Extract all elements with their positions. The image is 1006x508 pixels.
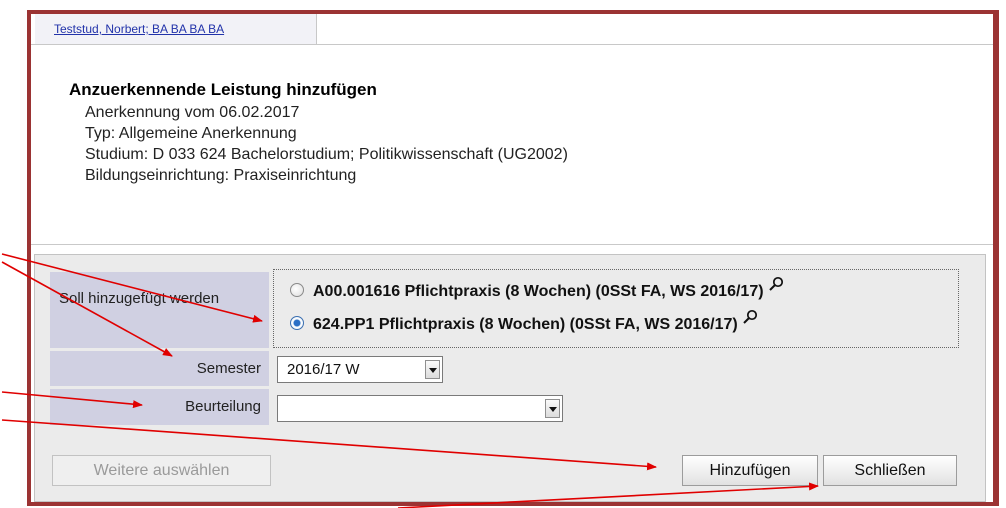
add-button[interactable]: Hinzufügen: [682, 455, 818, 486]
course-option-1[interactable]: A00.001616 Pflichtpraxis (8 Wochen) (0SS…: [290, 276, 784, 305]
close-button[interactable]: Schließen: [823, 455, 957, 486]
radio-unchecked-icon[interactable]: [290, 283, 304, 297]
recognition-type: Typ: Allgemeine Anerkennung: [85, 125, 297, 142]
radio-checked-icon[interactable]: [290, 316, 304, 330]
divider: [31, 244, 993, 245]
dropdown-arrow-icon[interactable]: [425, 360, 440, 379]
magnifier-icon[interactable]: [768, 275, 784, 301]
recognition-date: Anerkennung vom 06.02.2017: [85, 104, 300, 121]
tab-bar: Teststud, Norbert; BA BA BA BA: [31, 14, 993, 45]
beurteilung-label: Beurteilung: [50, 389, 269, 425]
course-choice-group: A00.001616 Pflichtpraxis (8 Wochen) (0SS…: [273, 269, 959, 348]
soll-label: Soll hinzugefügt werden: [50, 272, 269, 348]
semester-value: 2016/17 W: [287, 361, 360, 378]
semester-label: Semester: [50, 351, 269, 386]
dropdown-arrow-icon[interactable]: [545, 399, 560, 418]
page-title: Anzuerkennende Leistung hinzufügen: [69, 80, 377, 99]
student-tab[interactable]: Teststud, Norbert; BA BA BA BA: [35, 14, 317, 44]
course-option-2[interactable]: 624.PP1 Pflichtpraxis (8 Wochen) (0SSt F…: [290, 309, 758, 338]
study-program: Studium: D 033 624 Bachelorstudium; Poli…: [85, 146, 568, 163]
semester-select[interactable]: 2016/17 W: [277, 356, 443, 383]
course-option-label: 624.PP1 Pflichtpraxis (8 Wochen) (0SSt F…: [313, 316, 738, 334]
course-option-label: A00.001616 Pflichtpraxis (8 Wochen) (0SS…: [313, 283, 764, 301]
add-course-form: Soll hinzugefügt werden A00.001616 Pflic…: [34, 254, 986, 502]
select-more-button[interactable]: Weitere auswählen: [52, 455, 271, 486]
beurteilung-select[interactable]: [277, 395, 563, 422]
add-recognition-dialog: Teststud, Norbert; BA BA BA BA Anzuerken…: [27, 10, 999, 506]
recognition-info: Anzuerkennende Leistung hinzufügen Anerk…: [69, 78, 568, 186]
educational-institution: Bildungseinrichtung: Praxiseinrichtung: [85, 167, 357, 184]
magnifier-icon[interactable]: [742, 308, 758, 334]
screenshot-stage: Teststud, Norbert; BA BA BA BA Anzuerken…: [0, 0, 1006, 508]
